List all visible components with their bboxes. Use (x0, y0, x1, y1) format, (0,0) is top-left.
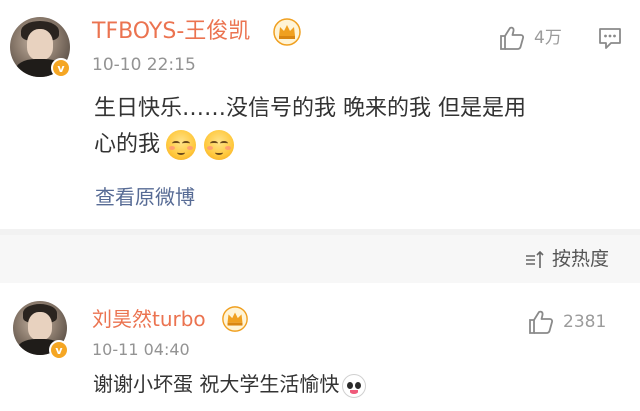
view-original-link[interactable]: 查看原微博 (95, 184, 195, 210)
comment-text: 谢谢小坏蛋 祝大学生活愉快 (93, 371, 367, 398)
thumbs-up-icon (500, 26, 525, 50)
verified-badge-icon: v (49, 340, 69, 360)
smiling-face-emoji (204, 130, 235, 160)
smiling-face-emoji (166, 130, 197, 160)
sort-icon (526, 250, 544, 268)
post-text-line-2-text: 心的我 (94, 132, 161, 157)
crown-badge-icon (272, 17, 302, 47)
post-time: 10-10 22:15 (92, 55, 196, 75)
comment-like-count: 2381 (563, 312, 607, 332)
comment-like-button[interactable]: 2381 (527, 308, 633, 336)
verified-badge-icon: v (51, 58, 71, 78)
comment-icon (599, 28, 621, 49)
like-count: 4万 (534, 28, 562, 48)
sort-button[interactable]: 按热度 (524, 246, 636, 274)
thumbs-up-icon (529, 310, 554, 334)
comment-text-content: 谢谢小坏蛋 祝大学生活愉快 (93, 372, 340, 396)
panda-face-emoji (342, 373, 367, 398)
comment-button[interactable] (596, 24, 624, 52)
commenter-name[interactable]: 刘昊然turbo (92, 307, 206, 331)
post-text-line-2: 心的我 (94, 130, 235, 160)
post-text-line-1: 生日快乐……没信号的我 晚来的我 但是是用 (94, 96, 526, 121)
comment-time: 10-11 04:40 (92, 340, 190, 359)
author-name[interactable]: TFBOYS-王俊凯 (92, 19, 250, 45)
sort-label: 按热度 (552, 248, 610, 270)
crown-badge-icon (221, 305, 249, 333)
like-button[interactable]: 4万 (498, 24, 578, 52)
